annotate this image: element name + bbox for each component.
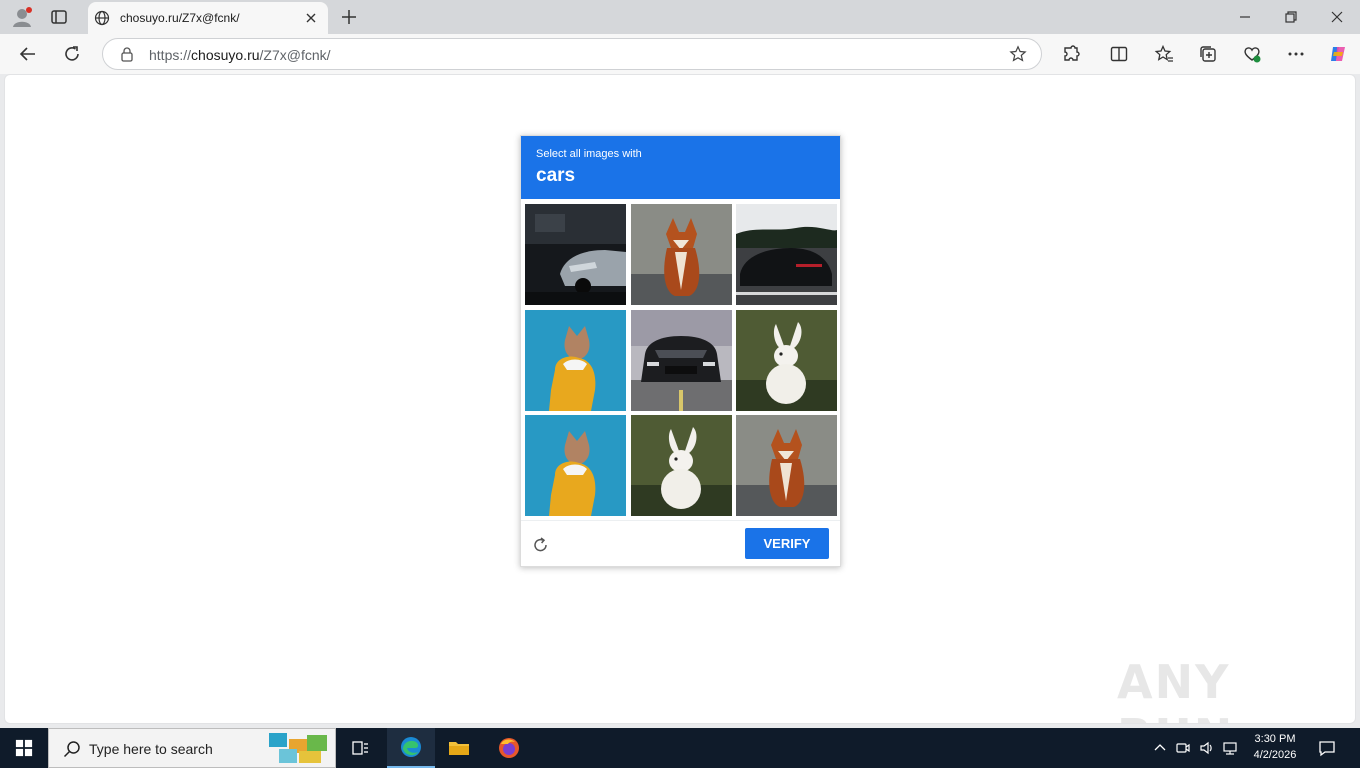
page-viewport: Select all images with cars VERIFY ANY <box>4 74 1356 724</box>
active-tab[interactable]: chosuyo.ru/Z7x@fcnk/ <box>88 2 328 34</box>
captcha-tile-fox[interactable] <box>736 415 837 516</box>
browser-essentials-icon[interactable] <box>1241 43 1263 65</box>
close-window-icon[interactable] <box>1314 6 1360 28</box>
close-tab-icon[interactable] <box>304 11 318 25</box>
favorites-icon[interactable] <box>1153 43 1175 65</box>
meet-now-icon[interactable] <box>1175 740 1191 756</box>
captcha-widget: Select all images with cars VERIFY <box>520 135 841 567</box>
search-icon <box>63 740 81 758</box>
tab-strip: chosuyo.ru/Z7x@fcnk/ <box>0 0 1360 34</box>
edge-taskbar-icon[interactable] <box>387 728 435 768</box>
browser-toolbar: https://chosuyo.ru/Z7x@fcnk/ <box>0 34 1360 74</box>
globe-icon <box>94 10 110 26</box>
firefox-icon[interactable] <box>485 728 533 768</box>
url-text: https://chosuyo.ru/Z7x@fcnk/ <box>149 47 331 63</box>
network-icon[interactable] <box>1222 740 1238 756</box>
taskbar-search-box[interactable]: Type here to search <box>48 728 336 768</box>
lock-icon[interactable] <box>119 46 135 62</box>
search-highlight-puzzle-icon <box>267 731 329 765</box>
windows-taskbar: Type here to search 3:30 PM 4/2/2026 <box>0 728 1360 768</box>
address-bar[interactable]: https://chosuyo.ru/Z7x@fcnk/ <box>102 38 1042 70</box>
captcha-tile-rabbit[interactable] <box>631 415 732 516</box>
windows-start-icon[interactable] <box>0 728 48 768</box>
captcha-tile-dog[interactable] <box>525 415 626 516</box>
refresh-icon[interactable] <box>61 43 83 65</box>
split-screen-icon[interactable] <box>1108 43 1130 65</box>
reload-challenge-icon[interactable] <box>531 535 551 555</box>
captcha-prompt: Select all images with <box>536 148 642 160</box>
collections-icon[interactable] <box>1197 43 1219 65</box>
restore-icon[interactable] <box>1268 6 1314 28</box>
favorite-star-icon[interactable] <box>1009 45 1027 63</box>
task-view-icon[interactable] <box>336 728 384 768</box>
captcha-tile-fox[interactable] <box>631 204 732 305</box>
captcha-tile-car[interactable] <box>631 310 732 411</box>
profile-avatar-icon[interactable] <box>10 6 34 28</box>
captcha-header: Select all images with cars <box>521 136 840 199</box>
clock-date: 4/2/2026 <box>1253 749 1297 761</box>
taskbar-clock[interactable]: 3:30 PM 4/2/2026 <box>1244 731 1306 763</box>
notifications-icon[interactable] <box>1318 739 1336 757</box>
captcha-tile-dog[interactable] <box>525 310 626 411</box>
tray-chevron-icon[interactable] <box>1152 740 1168 756</box>
tab-actions-icon[interactable] <box>50 8 68 26</box>
tab-title: chosuyo.ru/Z7x@fcnk/ <box>120 11 240 25</box>
captcha-footer: VERIFY <box>521 520 840 566</box>
copilot-icon[interactable] <box>1327 43 1349 65</box>
volume-icon[interactable] <box>1199 740 1215 756</box>
captcha-tile-car[interactable] <box>736 204 837 305</box>
captcha-tile-car[interactable] <box>525 204 626 305</box>
captcha-image-grid <box>524 203 838 517</box>
file-explorer-icon[interactable] <box>435 728 483 768</box>
more-options-icon[interactable] <box>1285 43 1307 65</box>
clock-time: 3:30 PM <box>1254 733 1296 745</box>
verify-button[interactable]: VERIFY <box>745 528 829 559</box>
captcha-tile-rabbit[interactable] <box>736 310 837 411</box>
minimize-icon[interactable] <box>1222 6 1268 28</box>
captcha-target: cars <box>536 165 576 186</box>
search-placeholder: Type here to search <box>89 741 213 757</box>
new-tab-icon[interactable] <box>340 8 358 26</box>
anyrun-watermark: ANY RUN <box>1117 655 1232 723</box>
extensions-icon[interactable] <box>1060 43 1082 65</box>
back-icon[interactable] <box>17 43 39 65</box>
